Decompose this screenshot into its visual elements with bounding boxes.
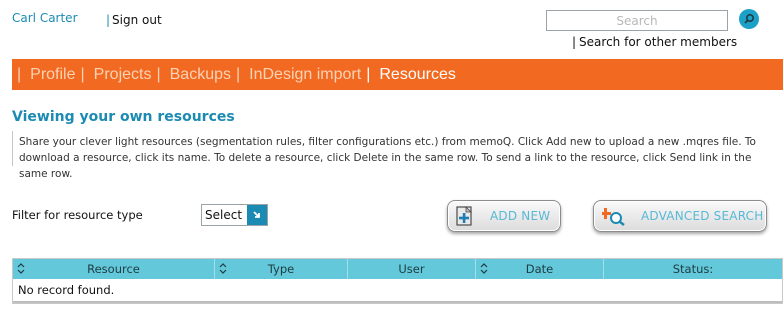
- column-header-user: User: [348, 259, 476, 279]
- search-icon: [744, 13, 755, 24]
- sort-icon[interactable]: [219, 263, 227, 274]
- column-label: Status:: [672, 262, 714, 276]
- column-label: Resource: [87, 262, 140, 276]
- select-value: Select: [205, 208, 243, 222]
- member-search-input[interactable]: [546, 10, 728, 31]
- user-name-link[interactable]: Carl Carter: [12, 11, 78, 25]
- nav-item-profile[interactable]: | Profile: [12, 59, 76, 90]
- nav-item-backups[interactable]: | Backups: [151, 59, 231, 90]
- column-label: Type: [267, 262, 295, 276]
- nav-label: InDesign import: [249, 65, 362, 83]
- page-title: Viewing your own resources: [12, 109, 235, 125]
- column-header-resource[interactable]: Resource: [13, 259, 215, 279]
- column-label: User: [398, 262, 425, 276]
- column-label: Date: [525, 262, 554, 276]
- add-new-button[interactable]: ADD NEW: [447, 200, 561, 232]
- column-header-type[interactable]: Type: [215, 259, 348, 279]
- main-nav: | Profile | Projects | Backups | InDesign im…: [12, 59, 783, 90]
- sort-icon[interactable]: [480, 263, 488, 274]
- page-description: Share your clever light resources (segme…: [12, 131, 783, 180]
- sort-icon[interactable]: [17, 263, 25, 274]
- search-button[interactable]: [739, 9, 759, 29]
- filter-label: Filter for resource type: [12, 208, 143, 222]
- column-header-date[interactable]: Date: [476, 259, 604, 279]
- dropdown-arrow-icon[interactable]: [247, 205, 267, 225]
- search-other-members-link[interactable]: | Search for other members: [572, 35, 737, 49]
- nav-item-resources[interactable]: | Resources: [361, 59, 456, 90]
- nav-item-projects[interactable]: | Projects: [76, 59, 152, 90]
- advanced-search-icon: [602, 208, 625, 226]
- nav-label: Profile: [30, 65, 76, 83]
- nav-label: Resources: [379, 65, 456, 83]
- resources-table: Resource Type User Date Status: No recor…: [12, 258, 783, 304]
- table-header: Resource Type User Date Status:: [13, 259, 782, 279]
- search-other-label: Search for other members: [579, 35, 738, 49]
- advanced-search-button[interactable]: ADVANCED SEARCH: [593, 200, 767, 232]
- add-new-label: ADD NEW: [490, 209, 551, 223]
- nav-label: Projects: [93, 65, 152, 83]
- advanced-search-label: ADVANCED SEARCH: [641, 209, 764, 223]
- nav-item-indesign-import[interactable]: | InDesign import: [231, 59, 361, 90]
- nav-label: Backups: [169, 65, 231, 83]
- add-document-icon: [456, 206, 472, 226]
- resource-type-select[interactable]: Select: [201, 204, 268, 226]
- sign-out-link[interactable]: | Sign out: [106, 13, 162, 27]
- sign-out-label: Sign out: [112, 13, 162, 27]
- empty-row: No record found.: [13, 279, 782, 303]
- column-header-status: Status:: [604, 259, 782, 279]
